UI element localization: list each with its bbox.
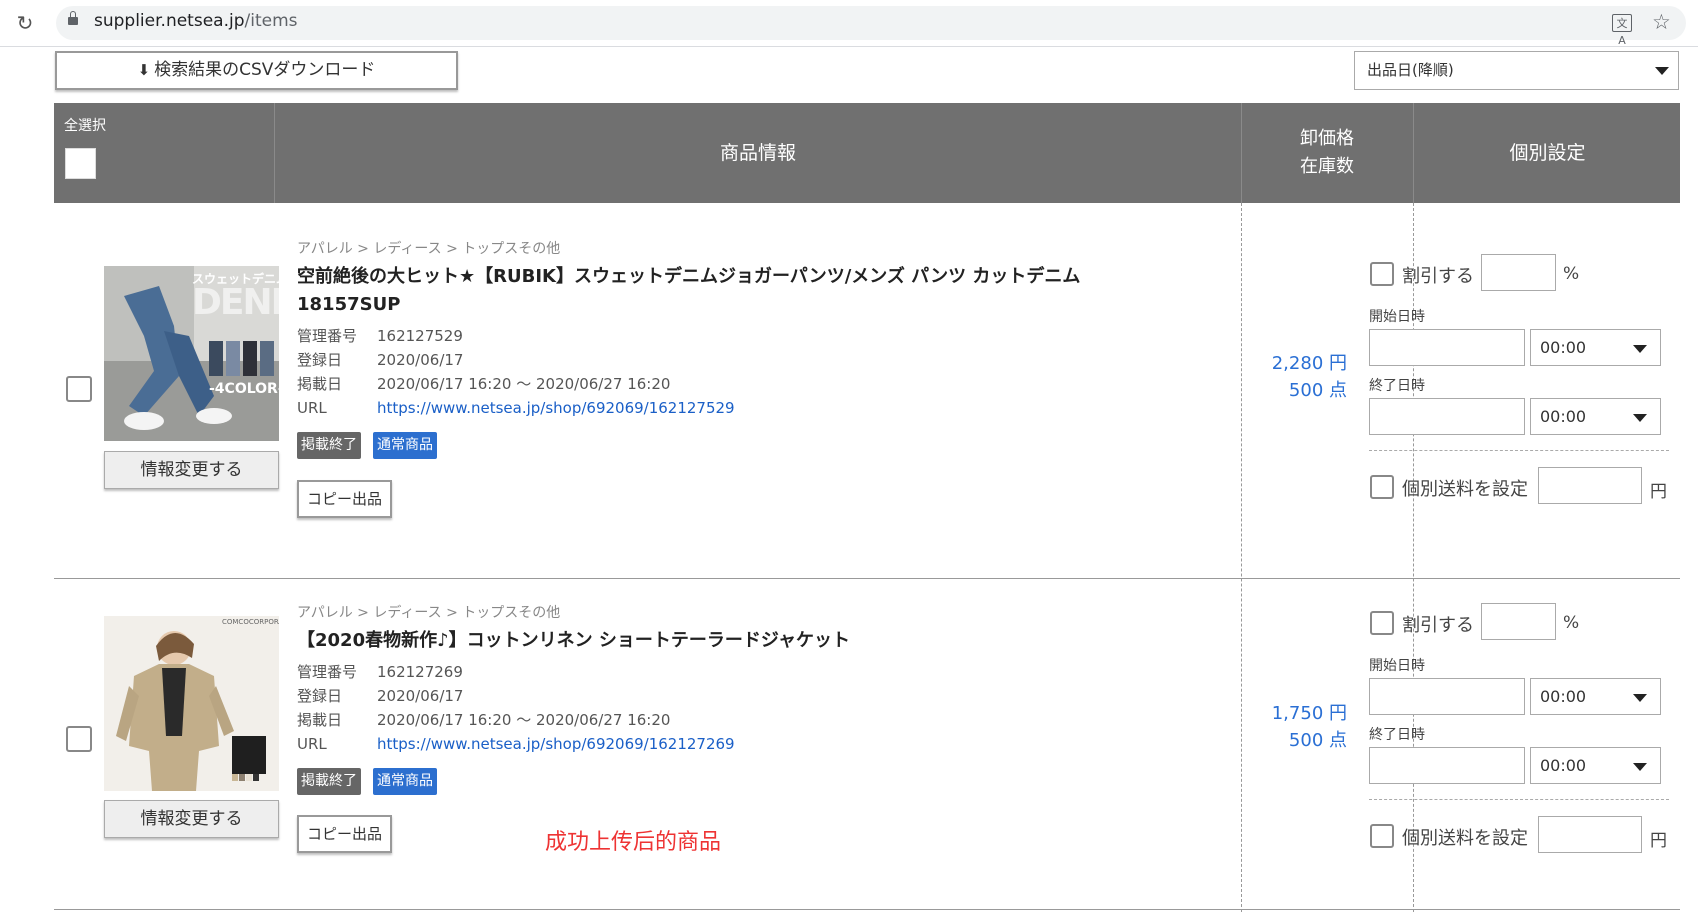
select-all-label: 全選択 [64,118,106,134]
end-datetime-label: 終了日時 [1369,378,1425,394]
shipping-checkbox[interactable] [1370,475,1394,499]
edit-info-button[interactable]: 情報変更する [104,451,279,489]
sort-select[interactable]: 出品日(降順) [1354,51,1679,90]
start-datetime-label: 開始日時 [1369,309,1425,325]
type-badge: 通常商品 [373,432,437,459]
status-badge: 掲載終了 [297,768,361,795]
end-datetime-label: 終了日時 [1369,727,1425,743]
column-divider [1241,203,1242,912]
red-annotation-text: 成功上传后的商品 [545,830,722,855]
edit-info-button[interactable]: 情報変更する [104,800,279,838]
table-header: 全選択 商品情報 卸価格 在庫数 個別設定 [54,103,1680,203]
discount-checkbox[interactable] [1370,611,1394,635]
header-price-stock: 卸価格 在庫数 [1241,103,1412,203]
bookmark-star-icon[interactable]: ☆ [1652,10,1671,34]
percent-unit: % [1563,264,1580,284]
shipping-label: 個別送料を設定 [1402,828,1528,849]
start-date-input[interactable] [1369,678,1525,715]
chevron-down-icon [1633,414,1647,422]
start-date-input[interactable] [1369,329,1525,366]
omnibox[interactable] [56,6,1686,40]
lock-icon[interactable] [68,11,78,25]
thumbnail-brand-text: COMCOCORPORATION [222,618,279,626]
header-select-all: 全選択 [54,103,274,203]
jacket-model-image [104,616,279,791]
shipping-label: 個別送料を設定 [1402,479,1528,500]
percent-unit: % [1563,613,1580,633]
product-url-row: URL https://www.netsea.jp/shop/692069/162… [297,399,735,417]
reload-icon[interactable]: ↻ [14,12,36,34]
end-time-select[interactable]: 00:00 [1530,747,1661,784]
copy-listing-button[interactable]: コピー出品 [297,815,392,853]
product-title[interactable]: 【2020春物新作♪】コットンリネン ショートテーラードジャケット [297,627,1187,655]
start-datetime-label: 開始日時 [1369,658,1425,674]
row-divider [54,909,1680,910]
type-badge: 通常商品 [373,768,437,795]
manage-number: 管理番号 162127269 [297,663,463,681]
product-title[interactable]: 空前絶後の大ヒット★【RUBIK】スウェットデニムジョガーパンツ/メンズ パンツ… [297,263,1187,319]
row-divider [54,578,1680,579]
product-url-row: URL https://www.netsea.jp/shop/692069/162… [297,735,735,753]
yen-unit: 円 [1650,831,1667,851]
product-thumbnail[interactable]: COMCOCORPORATION [104,616,279,791]
sort-selected-value: 出品日(降順) [1367,61,1454,79]
category-breadcrumb: アパレル > レディース > トップスその他 [297,605,561,621]
browser-address-bar: ↻ supplier.netsea.jp/items 文A ☆ [0,0,1698,47]
start-time-select[interactable]: 00:00 [1530,678,1661,715]
wholesale-price: 2,280 円 [1271,353,1347,374]
settings-divider [1369,799,1669,800]
thumbnail-big-text: DENIM [192,282,279,323]
translate-icon[interactable]: 文A [1612,14,1632,47]
discount-label: 割引する [1402,615,1474,636]
posted-period: 掲載日 2020/06/17 16:20 〜 2020/06/27 16:20 [297,711,671,729]
settings-divider [1369,450,1669,451]
wholesale-price: 1,750 円 [1271,703,1347,724]
row-checkbox[interactable] [66,376,92,402]
row-checkbox[interactable] [66,726,92,752]
chevron-down-icon [1633,763,1647,771]
discount-label: 割引する [1402,266,1474,287]
product-thumbnail[interactable]: スウェットデニム DENIM -4COLOR- [104,266,279,441]
stock-count: 500 点 [1288,380,1347,401]
thumbnail-color-text: -4COLOR- [209,381,279,397]
shipping-checkbox[interactable] [1370,824,1394,848]
discount-checkbox[interactable] [1370,262,1394,286]
registered-date: 登録日 2020/06/17 [297,687,464,705]
registered-date: 登録日 2020/06/17 [297,351,464,369]
stock-count: 500 点 [1288,730,1347,751]
select-all-checkbox[interactable] [65,148,96,179]
product-url-link[interactable]: https://www.netsea.jp/shop/692069/162127… [377,735,735,753]
chevron-down-icon [1633,694,1647,702]
start-time-select[interactable]: 00:00 [1530,329,1661,366]
category-breadcrumb: アパレル > レディース > トップスその他 [297,241,561,257]
chevron-down-icon [1655,67,1669,75]
end-date-input[interactable] [1369,747,1525,784]
header-individual-settings: 個別設定 [1413,103,1681,203]
discount-percent-input[interactable] [1481,603,1556,640]
url-text[interactable]: supplier.netsea.jp/items [94,11,298,31]
shipping-fee-input[interactable] [1538,816,1642,853]
discount-percent-input[interactable] [1481,254,1556,291]
header-item-info: 商品情報 [274,103,1241,203]
yen-unit: 円 [1650,482,1667,502]
status-badge: 掲載終了 [297,432,361,459]
download-icon: ⬇ [137,61,151,79]
copy-listing-button[interactable]: コピー出品 [297,480,392,518]
csv-download-button[interactable]: ⬇ 検索結果のCSVダウンロード [55,51,458,90]
manage-number: 管理番号 162127529 [297,327,463,345]
posted-period: 掲載日 2020/06/17 16:20 〜 2020/06/27 16:20 [297,375,671,393]
end-time-select[interactable]: 00:00 [1530,398,1661,435]
product-url-link[interactable]: https://www.netsea.jp/shop/692069/162127… [377,399,735,417]
chevron-down-icon [1633,345,1647,353]
end-date-input[interactable] [1369,398,1525,435]
shipping-fee-input[interactable] [1538,467,1642,504]
